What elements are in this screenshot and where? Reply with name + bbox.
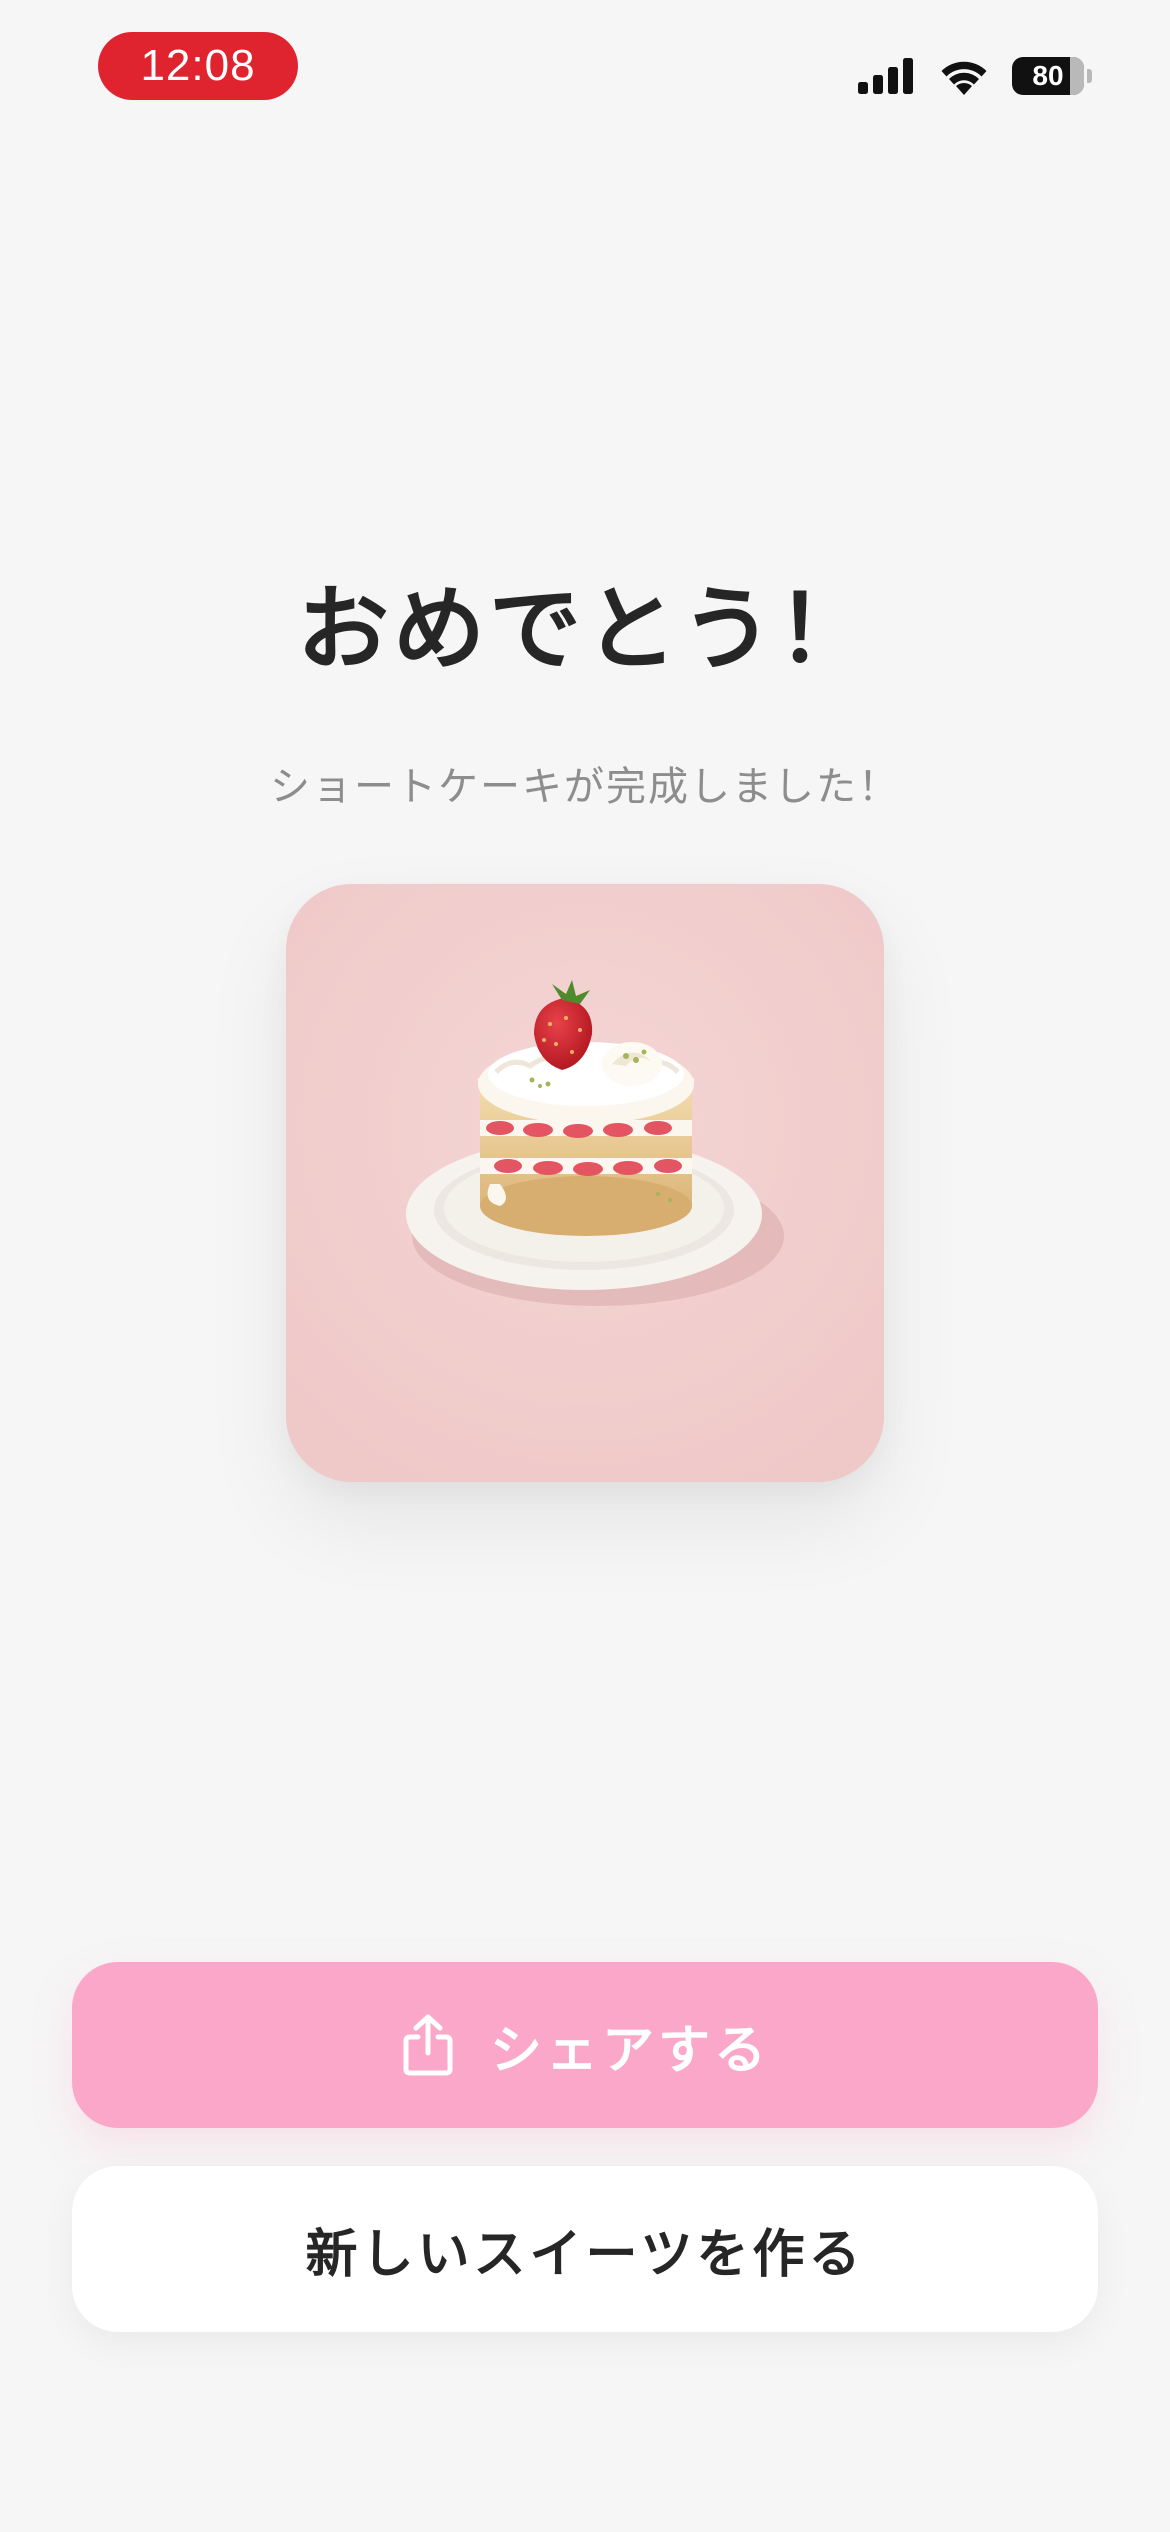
battery-icon: 80: [1012, 57, 1092, 95]
wifi-icon: [941, 61, 987, 95]
battery-level: 80: [1032, 60, 1064, 91]
share-icon: [403, 2014, 453, 2076]
new-sweet-button-label: 新しいスイーツを作る: [305, 2224, 865, 2285]
new-sweet-button[interactable]: 新しいスイーツを作る: [72, 2166, 1098, 2332]
share-button-label: シェアする: [489, 2020, 770, 2081]
status-icons: 80: [858, 50, 1092, 102]
page-title: おめでとう！: [296, 576, 873, 683]
cellular-signal-icon: [858, 58, 913, 94]
share-button[interactable]: シェアする: [72, 1962, 1098, 2128]
result-subtitle: ショートケーキが完成しました！: [270, 764, 900, 810]
strawberry-shortcake-image: [286, 884, 884, 1482]
status-time: 12:08: [98, 32, 298, 100]
